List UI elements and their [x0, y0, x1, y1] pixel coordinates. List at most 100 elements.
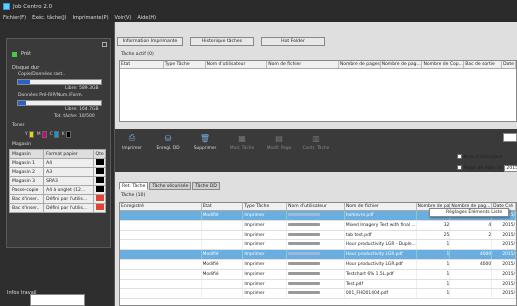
edit-job-button[interactable]: ▦ Mod. Tâche [227, 133, 257, 152]
edit-job-icon: ▦ [238, 133, 246, 143]
tab-secure-jobs[interactable]: Tâche sécurisée [149, 182, 192, 190]
redacted-text [288, 291, 321, 295]
user-filter-checkbox[interactable] [457, 154, 462, 159]
job-row[interactable]: Imprimer 001_FHD01404.pdf 1 2015/ [120, 289, 516, 300]
search-field[interactable] [503, 133, 517, 142]
redacted-text [288, 242, 321, 246]
col-saved[interactable]: Enregistré [120, 203, 202, 210]
job-copies: 4000 [450, 259, 493, 269]
job-row[interactable]: Imprimer Mixed Imagery Test with final ..… [120, 220, 516, 231]
date-from-field[interactable]: 2015 [504, 165, 517, 172]
col-pages2[interactable]: Nombre de pag... [381, 61, 423, 68]
job-user-redacted [287, 250, 345, 259]
tray-qty [92, 167, 107, 177]
col-tray[interactable]: Bac de sortie [464, 61, 503, 68]
menu-view[interactable]: Voir(V) [112, 15, 135, 21]
col-user[interactable]: Nom d'utilisateur [206, 61, 268, 68]
col-state[interactable]: Etat [202, 203, 244, 210]
job-row[interactable]: Modifié Imprimer Testchart 6% 1.5L.pdf 1 201… [120, 269, 516, 280]
pin-icon[interactable] [102, 42, 107, 47]
copy-label: Copie/Données rast.. [18, 72, 66, 77]
toner-m: M [37, 131, 47, 138]
job-copies: 2 [450, 230, 493, 240]
date-filter-checkbox[interactable] [457, 165, 462, 170]
tray-name: Magasin 2 [8, 167, 45, 177]
delete-label: Supprimer [193, 146, 217, 151]
held-jobs-grid[interactable]: Enregistré Etat Type Tâche Nom d'utilisa… [119, 202, 517, 306]
tray-format: A3 [43, 167, 94, 177]
job-copies [450, 279, 493, 289]
tray-table: Magasin Format papier Qte Magasin 1 A4 Ma… [8, 149, 107, 213]
menu-job[interactable]: Exéc. tâche(J) [29, 15, 69, 21]
tray-level-icon [95, 159, 104, 165]
job-history-button[interactable]: Historique tâches [190, 37, 254, 46]
job-file: 001_FHD01404.pdf [345, 289, 417, 299]
menu-printer[interactable]: Imprimante(P) [70, 15, 112, 21]
edit-job-label: Mod. Tâche [229, 146, 255, 151]
col-pages[interactable]: Nombre de pages [339, 61, 381, 68]
job-row[interactable]: Imprimer Test.pdf 1 2015/ [120, 279, 516, 290]
user-filter-label: Nom d'utilisateur [463, 155, 504, 160]
job-pages: 1 [417, 269, 451, 279]
col-file[interactable]: Nom de fichier [345, 203, 417, 210]
tray-format: SRA3 [43, 176, 94, 186]
menu-file[interactable]: Fichier(F) [0, 15, 29, 21]
toner-k: K [62, 131, 71, 138]
tray-qty [92, 194, 107, 204]
job-row[interactable]: Modifié Imprimer Hour productivity LGR.pdf… [120, 250, 516, 260]
pre-disk-bar [17, 100, 102, 106]
job-type: Imprimer [243, 250, 288, 259]
tab-hdd-jobs[interactable]: Tâche DD [192, 182, 220, 190]
col-copies[interactable]: Nombre de Cop... [422, 61, 465, 68]
tray-col-qty: Qte [92, 149, 107, 159]
job-type: Imprimer [243, 279, 288, 289]
job-control-button[interactable]: ▥ Contr. Tâche [301, 133, 331, 152]
edit-page-button[interactable]: ▤ Modif. Page [264, 133, 294, 152]
user-filter[interactable]: Nom d'utilisateur [457, 154, 503, 160]
app-window: Job Centro 2.0 Fichier(F) Exéc. tâche(J)… [0, 0, 517, 306]
job-row[interactable]: Imprimer Hour productivity LGR - Duple...… [120, 240, 516, 251]
tray-section-label: Magasin [12, 142, 32, 147]
job-row[interactable]: Modifié Imprimer Hour productivity LGR.pdf… [120, 259, 516, 270]
job-row[interactable]: Imprimer tab test.pdf 25 2 2015/ [120, 230, 516, 241]
redacted-text [288, 271, 321, 275]
job-state [202, 230, 244, 240]
job-state: Modifié [202, 211, 244, 220]
tray-name: Passe-copie [8, 185, 45, 195]
context-menu-item[interactable]: Réglages Éléments Liste [429, 208, 509, 217]
job-copies [450, 289, 493, 299]
col-file[interactable]: Nom de fichier [267, 61, 339, 68]
col-type[interactable]: Type Tâche [164, 61, 206, 68]
save-hdd-button[interactable]: ⛁ Enregi. DD [153, 133, 183, 152]
date-filter[interactable]: Plage de date De 2015 [457, 165, 517, 172]
hot-folder-button[interactable]: Hot Folder [261, 37, 325, 46]
menu-help[interactable]: Aide(H) [134, 15, 159, 21]
job-pages: 1 [417, 259, 451, 269]
col-state[interactable]: Etat [120, 61, 164, 68]
tray-name: Bac d'inser.. [8, 194, 45, 204]
col-type[interactable]: Type Tâche [243, 203, 288, 210]
tray-format: A4 [43, 158, 94, 168]
delete-button[interactable]: 🗑 Supprimer [190, 133, 220, 152]
job-copies [450, 269, 493, 279]
tab-held-jobs[interactable]: Ret. Tâche [119, 182, 149, 190]
status-ok-icon [12, 51, 17, 57]
job-file: Hour productivity LGR.pdf [345, 259, 417, 269]
tray-empty-icon [95, 195, 104, 201]
save-hdd-label: Enregi. DD [156, 146, 180, 151]
job-file: Hour productivity LGR - Duple... [345, 240, 417, 250]
col-user[interactable]: Nom d'utilisateur [287, 203, 345, 210]
job-pages: 1 [417, 250, 451, 259]
job-saved [120, 289, 202, 299]
printer-info-button[interactable]: Information Imprimante [117, 37, 183, 46]
redacted-text [288, 232, 321, 236]
job-user-redacted [287, 240, 345, 250]
col-date[interactable]: Date Création [502, 61, 517, 68]
job-state: Modifié [202, 259, 244, 269]
toner-letter: Y [25, 132, 28, 137]
main-panel: Information Imprimante Historique tâches… [115, 22, 517, 306]
print-button[interactable]: ⎙ Imprimer [117, 133, 147, 151]
job-tabs: Ret. Tâche Tâche sécurisée Tâche DD [119, 182, 220, 190]
active-jobs-grid[interactable]: Etat Type Tâche Nom d'utilisateur Nom de… [119, 60, 517, 122]
job-date: 2015/ [492, 230, 516, 240]
